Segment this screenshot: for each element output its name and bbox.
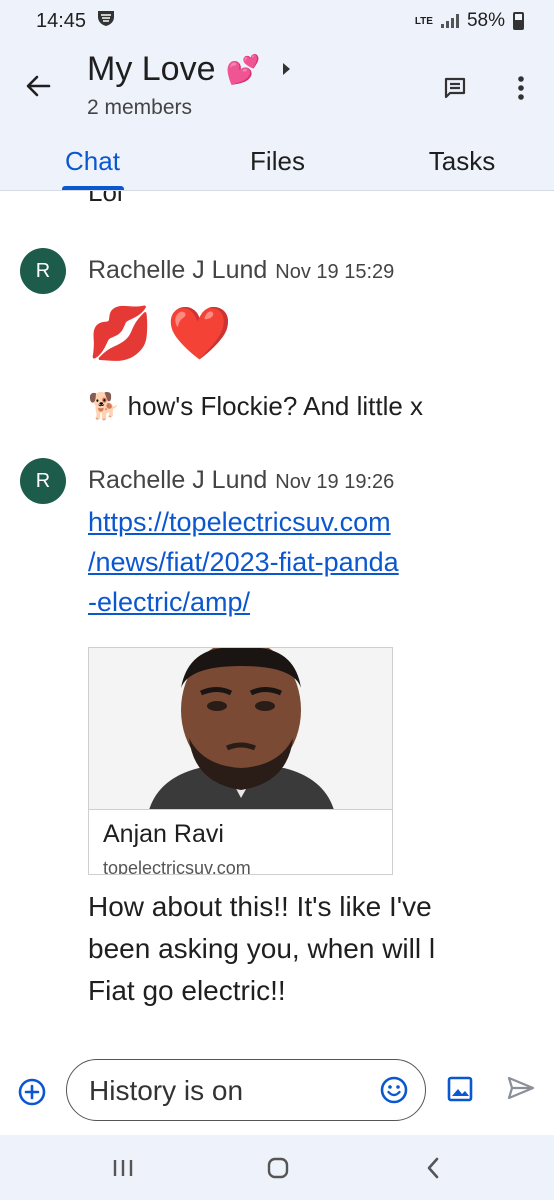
tab-files[interactable]: Files — [185, 142, 370, 190]
message-header: Rachelle J Lund Nov 19 15:29 — [88, 256, 394, 285]
status-time: 14:45 — [36, 9, 87, 32]
avatar[interactable]: R — [20, 248, 66, 294]
message-body: how's Flockie? And little x — [127, 391, 424, 421]
chevron-right-icon — [282, 62, 291, 78]
home-icon[interactable] — [261, 1153, 295, 1183]
sender-name: Rachelle J Lund — [88, 466, 268, 494]
tab-tasks[interactable]: Tasks — [370, 142, 554, 190]
previous-message-text: Lol — [88, 191, 123, 207]
message-text: How about this!! It's like I've been ask… — [88, 886, 528, 1012]
title-emoji: 💕 — [225, 54, 261, 85]
recents-icon[interactable] — [106, 1153, 140, 1183]
emoji-message: 💋 ❤️ — [88, 305, 232, 363]
message-composer — [0, 1055, 554, 1135]
message-input-container — [66, 1059, 426, 1121]
link-preview-card[interactable]: Anjan Ravi topelectricsuv.com — [88, 647, 393, 875]
message-line: How about this!! It's like I've — [88, 891, 432, 922]
emoji-icon[interactable] — [379, 1075, 409, 1105]
status-bar: 14:45 LTE 58% — [0, 0, 554, 42]
title-text: My Love — [87, 50, 216, 88]
send-icon[interactable] — [506, 1075, 538, 1105]
tab-bar: Chat Files Tasks — [0, 142, 554, 190]
message-input[interactable] — [89, 1072, 369, 1110]
shield-icon — [96, 9, 116, 33]
network-type: LTE — [414, 15, 433, 27]
message-header: Rachelle J Lund Nov 19 19:26 — [88, 466, 394, 495]
avatar[interactable]: R — [20, 458, 66, 504]
link-preview-title: Anjan Ravi — [103, 820, 224, 848]
link-preview-domain: topelectricsuv.com — [103, 858, 251, 875]
conversation-title[interactable]: My Love 💕 — [87, 50, 291, 89]
app-header: My Love 💕 2 members Chat Files Tasks — [0, 42, 554, 190]
message-line: been asking you, when will l — [88, 933, 436, 964]
sender-name: Rachelle J Lund — [88, 256, 268, 284]
back-arrow-icon[interactable] — [22, 70, 54, 102]
link-preview-image — [89, 648, 392, 810]
tab-chat[interactable]: Chat — [0, 142, 185, 190]
link-line: https://topelectricsuv.com — [88, 507, 391, 537]
threads-icon[interactable] — [437, 70, 473, 106]
battery-percent: 58% — [466, 10, 505, 31]
add-circle-icon[interactable] — [17, 1077, 47, 1107]
message-text: 🐕 how's Flockie? And little x — [88, 387, 528, 425]
chat-stream[interactable]: Lol R Rachelle J Lund Nov 19 15:29 💋 ❤️ 🐕… — [0, 191, 554, 1055]
more-vert-icon[interactable] — [503, 70, 539, 106]
status-left: 14:45 — [36, 9, 116, 33]
image-icon[interactable] — [446, 1075, 476, 1105]
system-nav-bar — [0, 1135, 554, 1200]
message-time: Nov 19 19:26 — [275, 471, 395, 493]
status-right: LTE 58% — [415, 10, 524, 32]
battery-icon — [513, 12, 524, 30]
link-line: /news/fiat/2023-fiat-panda — [88, 547, 399, 577]
link-line: -electric/amp/ — [88, 587, 251, 617]
signal-icon — [440, 14, 459, 28]
message-line: Fiat go electric!! — [88, 975, 286, 1006]
message-link[interactable]: https://topelectricsuv.com /news/fiat/20… — [88, 502, 528, 622]
message-time: Nov 19 15:29 — [275, 261, 395, 283]
members-count: 2 members — [87, 96, 193, 119]
dog-emoji: 🐕 — [88, 391, 121, 421]
back-icon[interactable] — [416, 1153, 450, 1183]
